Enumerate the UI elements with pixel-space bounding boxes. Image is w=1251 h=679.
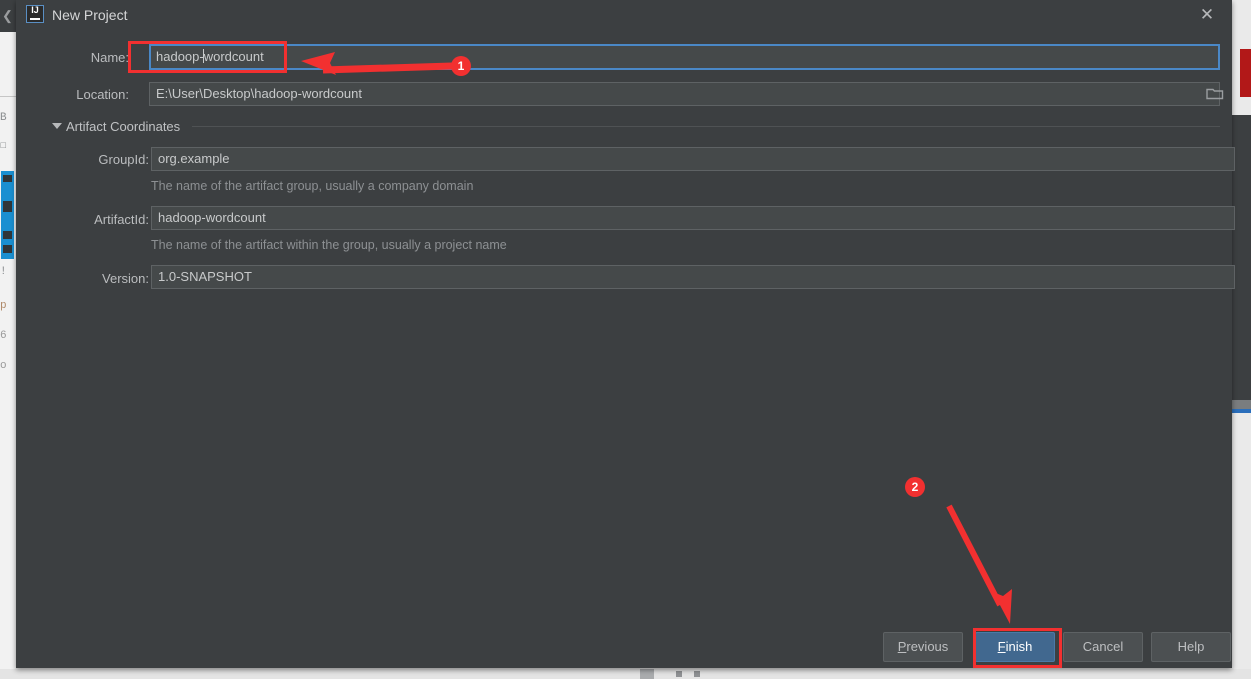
intellij-idea-icon: IJ [26, 5, 44, 23]
version-label: Version: [102, 271, 149, 286]
finish-button-label: inish [1005, 639, 1033, 654]
close-icon[interactable]: ✕ [1186, 0, 1228, 30]
background-right-accent [1232, 409, 1251, 413]
new-project-dialog: IJ New Project ✕ Name: hadoop-wordcount … [16, 0, 1235, 668]
finish-button[interactable]: Finish [975, 632, 1055, 662]
background-taskbar [0, 669, 1251, 679]
name-input[interactable] [149, 44, 1220, 70]
artifact-id-input[interactable]: hadoop-wordcount [151, 206, 1235, 230]
background-right-handle [1232, 400, 1251, 409]
background-divider [0, 96, 16, 97]
background-glyph: ! [0, 266, 7, 278]
artifact-id-hint: The name of the artifact within the grou… [151, 238, 507, 252]
folder-icon[interactable] [1206, 86, 1224, 101]
cancel-button[interactable]: Cancel [1063, 632, 1143, 662]
background-left-titlebar: ❮ [0, 0, 16, 32]
version-input[interactable]: 1.0-SNAPSHOT [151, 265, 1235, 289]
name-value-before-caret: hadoop- [156, 49, 204, 64]
group-id-input[interactable]: org.example [151, 147, 1235, 171]
artifact-coordinates-toggle-icon[interactable] [52, 123, 62, 129]
background-error-marker [1240, 49, 1251, 97]
location-input[interactable]: E:\User\Desktop\hadoop-wordcount [149, 82, 1220, 106]
group-id-label: GroupId: [98, 152, 149, 167]
section-divider [192, 126, 1220, 127]
help-button[interactable]: Help [1151, 632, 1231, 662]
background-glyph: B [0, 112, 7, 124]
location-label: Location: [76, 87, 129, 102]
previous-button-label: revious [906, 639, 949, 654]
name-label: Name: [90, 50, 129, 65]
name-input-value: hadoop-wordcount [152, 46, 302, 68]
background-glyph: 6 [0, 330, 7, 342]
background-taskbar-block [640, 669, 654, 679]
background-glyph: p [0, 300, 7, 312]
name-value-after-caret: wordcount [203, 49, 264, 64]
previous-button[interactable]: Previous [883, 632, 963, 662]
artifact-id-label: ArtifactId: [94, 212, 149, 227]
background-taskbar-tick [694, 671, 700, 677]
background-scrollbar-highlight [1, 171, 14, 259]
background-glyph: ☐ [0, 140, 7, 152]
group-id-hint: The name of the artifact group, usually … [151, 179, 474, 193]
dialog-titlebar: IJ New Project ✕ [16, 0, 1232, 30]
background-glyph: o [0, 360, 7, 372]
finish-button-mnemonic: F [997, 639, 1006, 654]
background-taskbar-tick [676, 671, 682, 677]
back-chevron-icon: ❮ [2, 8, 13, 23]
dialog-title: New Project [52, 7, 128, 23]
artifact-coordinates-label[interactable]: Artifact Coordinates [66, 118, 180, 135]
